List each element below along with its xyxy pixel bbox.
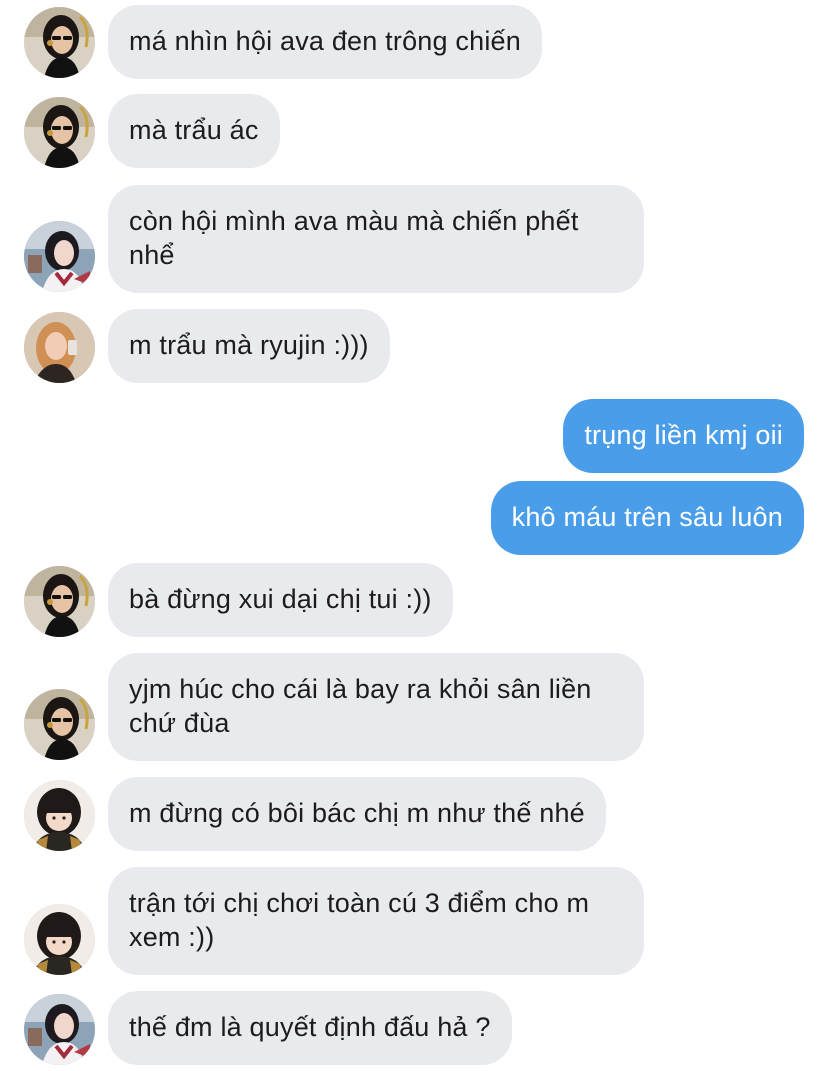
avatar[interactable] (24, 312, 95, 383)
message-text: má nhìn hội ava đen trông chiến (129, 26, 521, 56)
message-text: yjm húc cho cái là bay ra khỏi sân liền … (129, 674, 592, 738)
incoming-message-bubble[interactable]: trận tới chị chơi toàn cú 3 điểm cho m x… (108, 867, 644, 975)
message-text: bà đừng xui dại chị tui :)) (129, 584, 432, 614)
incoming-message-bubble[interactable]: m trẩu mà ryujin :))) (108, 309, 390, 383)
avatar-image (24, 566, 95, 637)
avatar[interactable] (24, 904, 95, 975)
avatar-image (24, 689, 95, 760)
incoming-message-bubble[interactable]: m đừng có bôi bác chị m như thế nhé (108, 777, 606, 851)
message-text: khô máu trên sâu luôn (511, 502, 783, 532)
message-text: trụng liền kmj oii (584, 420, 783, 450)
message-text: m đừng có bôi bác chị m như thế nhé (129, 798, 585, 828)
avatar[interactable] (24, 994, 95, 1065)
avatar-image (24, 97, 95, 168)
incoming-message-bubble[interactable]: mà trẩu ác (108, 94, 280, 168)
message-text: trận tới chị chơi toàn cú 3 điểm cho m x… (129, 888, 590, 952)
avatar-image (24, 312, 95, 383)
incoming-message-bubble[interactable]: má nhìn hội ava đen trông chiến (108, 5, 542, 79)
avatar[interactable] (24, 7, 95, 78)
avatar[interactable] (24, 566, 95, 637)
avatar[interactable] (24, 97, 95, 168)
avatar-image (24, 904, 95, 975)
avatar[interactable] (24, 780, 95, 851)
avatar-image (24, 7, 95, 78)
message-text: mà trẩu ác (129, 115, 259, 145)
incoming-message-bubble[interactable]: còn hội mình ava màu mà chiến phết nhể (108, 185, 644, 293)
avatar-image (24, 994, 95, 1065)
outgoing-message-bubble[interactable]: trụng liền kmj oii (563, 399, 804, 473)
incoming-message-bubble[interactable]: thế đm là quyết định đấu hả ? (108, 991, 512, 1065)
avatar[interactable] (24, 689, 95, 760)
incoming-message-bubble[interactable]: bà đừng xui dại chị tui :)) (108, 563, 453, 637)
avatar-image (24, 780, 95, 851)
avatar-image (24, 221, 95, 292)
incoming-message-bubble[interactable]: yjm húc cho cái là bay ra khỏi sân liền … (108, 653, 644, 761)
message-text: còn hội mình ava màu mà chiến phết nhể (129, 206, 579, 270)
message-text: m trẩu mà ryujin :))) (129, 330, 369, 360)
avatar[interactable] (24, 221, 95, 292)
outgoing-message-bubble[interactable]: khô máu trên sâu luôn (490, 481, 804, 555)
message-text: thế đm là quyết định đấu hả ? (129, 1012, 491, 1042)
